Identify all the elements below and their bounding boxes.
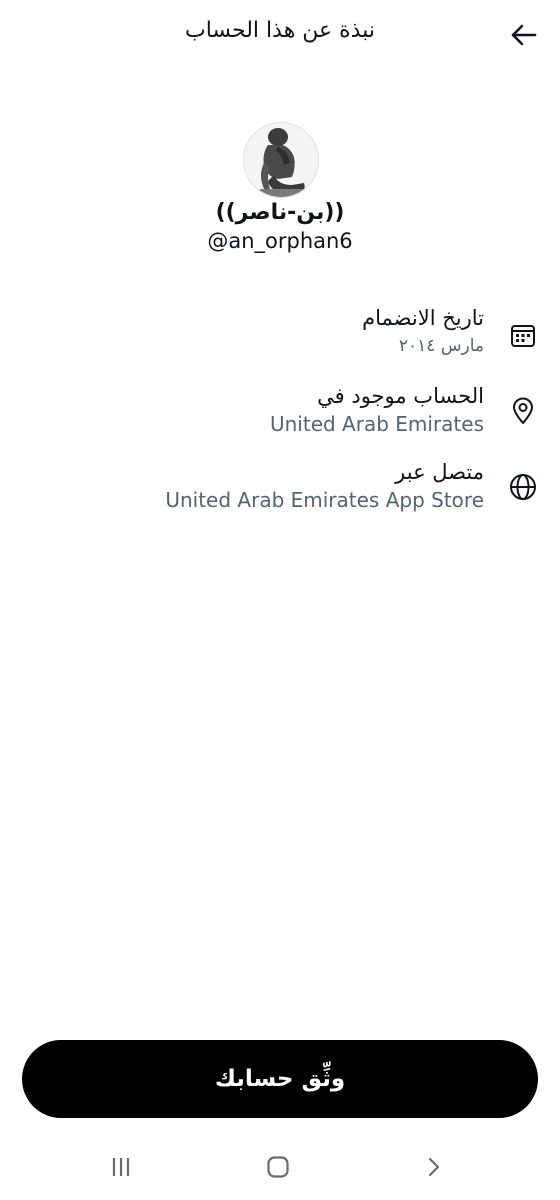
header: نبذة عن هذا الحساب (0, 0, 560, 70)
arrow-back-icon (511, 24, 537, 46)
recent-apps-icon (112, 1158, 130, 1176)
avatar[interactable] (243, 122, 319, 198)
back-button[interactable] (506, 20, 540, 50)
info-row-joined: تاريخ الانضمام مارس ٢٠١٤ (0, 304, 560, 366)
info-row-connected-via: متصل عبر United Arab Emirates App Store (0, 458, 560, 520)
system-nav-bar (0, 1140, 560, 1200)
nav-back-icon (428, 1157, 440, 1177)
connected-via-value: United Arab Emirates App Store (165, 488, 484, 512)
nav-back-button[interactable] (414, 1152, 454, 1182)
page-title: نبذة عن هذا الحساب (184, 18, 375, 43)
info-row-location: الحساب موجود في United Arab Emirates (0, 382, 560, 444)
location-label: الحساب موجود في (317, 384, 484, 408)
calendar-icon (511, 325, 535, 347)
location-pin-icon (513, 397, 533, 424)
verify-account-label: وثِّق حسابك (214, 1066, 346, 1092)
user-handle: @an_orphan6 (207, 229, 353, 253)
joined-label: تاريخ الانضمام (362, 306, 484, 330)
display-name: ((بن-ناصر)) (215, 200, 345, 225)
home-icon (267, 1156, 289, 1178)
location-value: United Arab Emirates (269, 412, 484, 436)
connected-via-label: متصل عبر (395, 460, 484, 484)
thinker-statue-avatar (244, 123, 318, 197)
verify-account-button[interactable]: وثِّق حسابك (22, 1040, 538, 1118)
joined-value: مارس ٢٠١٤ (398, 336, 484, 356)
home-button[interactable] (258, 1152, 298, 1182)
recent-apps-button[interactable] (101, 1152, 141, 1182)
globe-icon (510, 474, 536, 500)
about-account-screen: نبذة عن هذا الحساب ((بن-ناصر)) @an_orpha… (0, 0, 560, 1200)
